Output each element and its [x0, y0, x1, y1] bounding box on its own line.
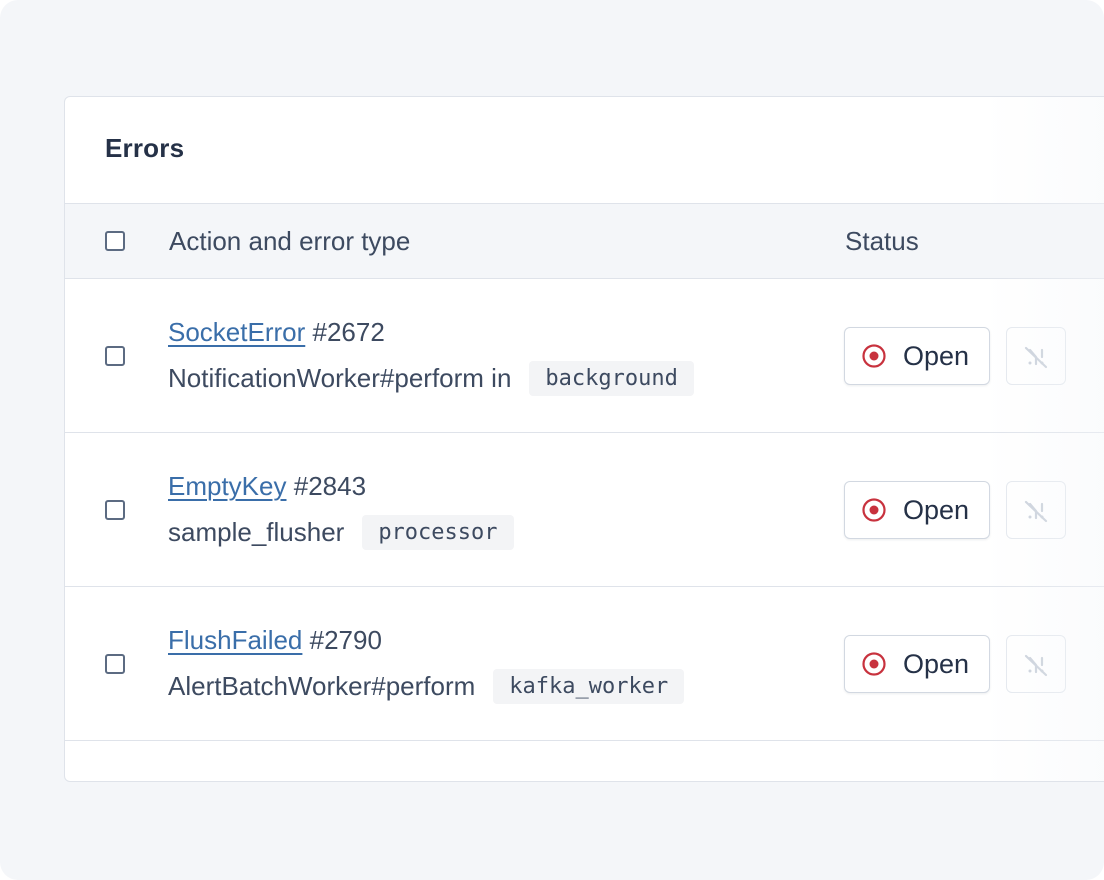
error-id: #2790	[309, 625, 382, 655]
error-name-link[interactable]: SocketError	[168, 317, 305, 347]
status-label: Open	[903, 649, 970, 679]
error-id: #2672	[312, 317, 385, 347]
action-name: NotificationWorker#perform in	[168, 363, 512, 393]
namespace-tag: background	[529, 361, 694, 396]
mute-button[interactable]	[1006, 327, 1066, 385]
error-title: SocketError #2672	[168, 317, 385, 348]
mute-button[interactable]	[1006, 481, 1066, 539]
column-header-action: Action and error type	[169, 226, 411, 256]
table-header: Action and error type Status	[65, 203, 1104, 279]
open-status-icon	[862, 652, 886, 676]
error-name-link[interactable]: FlushFailed	[168, 625, 302, 655]
row-checkbox[interactable]	[105, 500, 125, 520]
action-name: AlertBatchWorker#perform	[168, 671, 476, 701]
namespace-tag: processor	[362, 515, 514, 550]
error-title: FlushFailed #2790	[168, 625, 382, 656]
error-name-link[interactable]: EmptyKey	[168, 471, 287, 501]
status-open-button[interactable]: Open	[844, 481, 990, 539]
column-header-status: Status	[845, 226, 919, 256]
row-checkbox[interactable]	[105, 346, 125, 366]
open-status-icon	[862, 344, 886, 368]
errors-card: Errors Action and error type Status Sock…	[64, 96, 1104, 782]
bell-slash-icon	[1024, 500, 1048, 523]
bell-slash-icon	[1024, 654, 1048, 677]
open-status-icon	[862, 498, 886, 522]
error-action: AlertBatchWorker#perform kafka_worker	[168, 669, 685, 704]
error-id: #2843	[293, 471, 367, 501]
error-action: sample_flusher processor	[168, 515, 514, 550]
bell-slash-icon	[1024, 346, 1048, 369]
row-checkbox[interactable]	[105, 654, 125, 674]
action-name: sample_flusher	[168, 517, 345, 547]
table-row: EmptyKey #2843 sample_flusher processor …	[65, 433, 1104, 587]
error-action: NotificationWorker#perform in background	[168, 361, 694, 396]
status-label: Open	[903, 341, 970, 371]
status-open-button[interactable]: Open	[844, 635, 990, 693]
card-title: Errors	[105, 133, 185, 163]
page-background: Errors Action and error type Status Sock…	[0, 0, 1104, 880]
status-open-button[interactable]: Open	[844, 327, 990, 385]
select-all-checkbox[interactable]	[105, 231, 125, 251]
mute-button[interactable]	[1006, 635, 1066, 693]
error-title: EmptyKey #2843	[168, 471, 366, 502]
table-row: FlushFailed #2790 AlertBatchWorker#perfo…	[65, 587, 1104, 741]
status-label: Open	[903, 495, 970, 525]
namespace-tag: kafka_worker	[493, 669, 685, 704]
table-row: SocketError #2672 NotificationWorker#per…	[65, 279, 1104, 433]
